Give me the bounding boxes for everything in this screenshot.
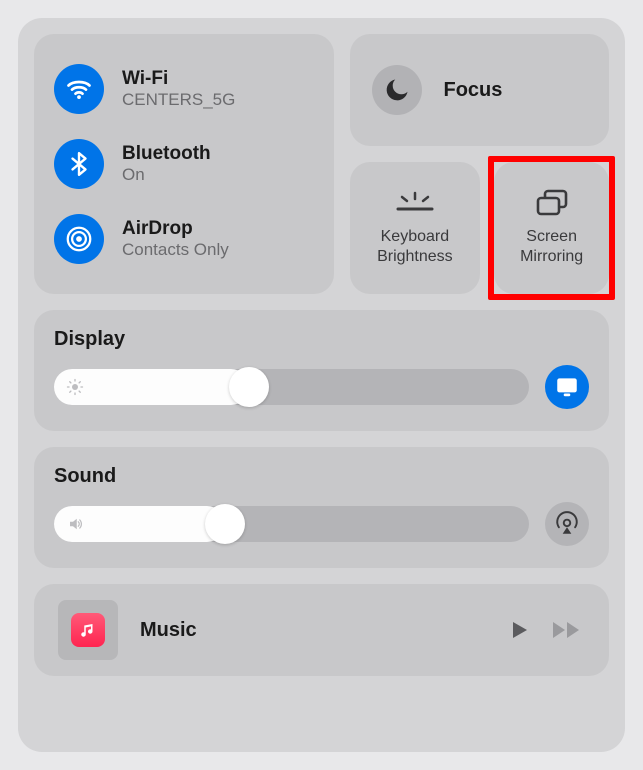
next-button[interactable]: [551, 617, 585, 643]
screen-mirroring-tile[interactable]: Screen Mirroring: [494, 162, 609, 294]
music-app-icon: [71, 613, 105, 647]
sound-output-button[interactable]: [545, 502, 589, 546]
sound-module: Sound: [34, 447, 609, 568]
display-icon: [554, 374, 580, 400]
bluetooth-subtitle: On: [122, 165, 211, 185]
volume-low-icon: [66, 515, 86, 533]
sound-title: Sound: [54, 465, 589, 488]
control-center-panel: Wi-Fi CENTERS_5G Bluetooth On: [18, 18, 625, 752]
display-slider-thumb[interactable]: [229, 367, 269, 407]
airplay-audio-icon: [554, 511, 580, 537]
wifi-title: Wi-Fi: [122, 68, 235, 90]
play-icon: [507, 617, 531, 643]
display-module: Display: [34, 310, 609, 431]
airdrop-title: AirDrop: [122, 218, 229, 240]
music-label: Music: [140, 619, 485, 642]
moon-icon: [372, 65, 422, 115]
wifi-subtitle: CENTERS_5G: [122, 90, 235, 110]
wifi-icon: [54, 64, 104, 114]
brightness-low-icon: [66, 378, 84, 396]
sound-slider-fill: [54, 506, 225, 542]
sound-slider-thumb[interactable]: [205, 504, 245, 544]
sound-slider-row: [54, 502, 589, 546]
airdrop-subtitle: Contacts Only: [122, 240, 229, 260]
display-slider-row: [54, 365, 589, 409]
connectivity-module: Wi-Fi CENTERS_5G Bluetooth On: [34, 34, 334, 294]
highlight-annotation: Screen Mirroring: [488, 156, 615, 300]
wifi-text: Wi-Fi CENTERS_5G: [122, 68, 235, 110]
bluetooth-text: Bluetooth On: [122, 143, 211, 185]
display-slider-fill: [54, 369, 249, 405]
music-artwork: [58, 600, 118, 660]
display-title: Display: [54, 328, 589, 351]
music-module[interactable]: Music: [34, 584, 609, 676]
keyboard-brightness-icon: [394, 189, 436, 217]
play-button[interactable]: [507, 617, 531, 643]
airdrop-icon: [54, 214, 104, 264]
forward-icon: [551, 617, 585, 643]
focus-tile[interactable]: Focus: [350, 34, 610, 146]
screen-mirroring-icon: [533, 189, 571, 217]
display-output-button[interactable]: [545, 365, 589, 409]
focus-label: Focus: [444, 79, 503, 102]
airdrop-text: AirDrop Contacts Only: [122, 218, 229, 260]
display-slider[interactable]: [54, 369, 529, 405]
right-column: Focus Keyboard Brightness: [350, 34, 610, 294]
small-tile-row: Keyboard Brightness Screen Mirroring: [350, 162, 610, 294]
keyboard-brightness-label: Keyboard Brightness: [377, 227, 453, 267]
screen-mirroring-label: Screen Mirroring: [520, 227, 583, 267]
bluetooth-icon: [54, 139, 104, 189]
top-row: Wi-Fi CENTERS_5G Bluetooth On: [34, 34, 609, 294]
airdrop-toggle[interactable]: AirDrop Contacts Only: [54, 214, 314, 264]
sound-slider[interactable]: [54, 506, 529, 542]
wifi-toggle[interactable]: Wi-Fi CENTERS_5G: [54, 64, 314, 114]
music-controls: [507, 617, 585, 643]
keyboard-brightness-tile[interactable]: Keyboard Brightness: [350, 162, 481, 294]
bluetooth-title: Bluetooth: [122, 143, 211, 165]
bluetooth-toggle[interactable]: Bluetooth On: [54, 139, 314, 189]
